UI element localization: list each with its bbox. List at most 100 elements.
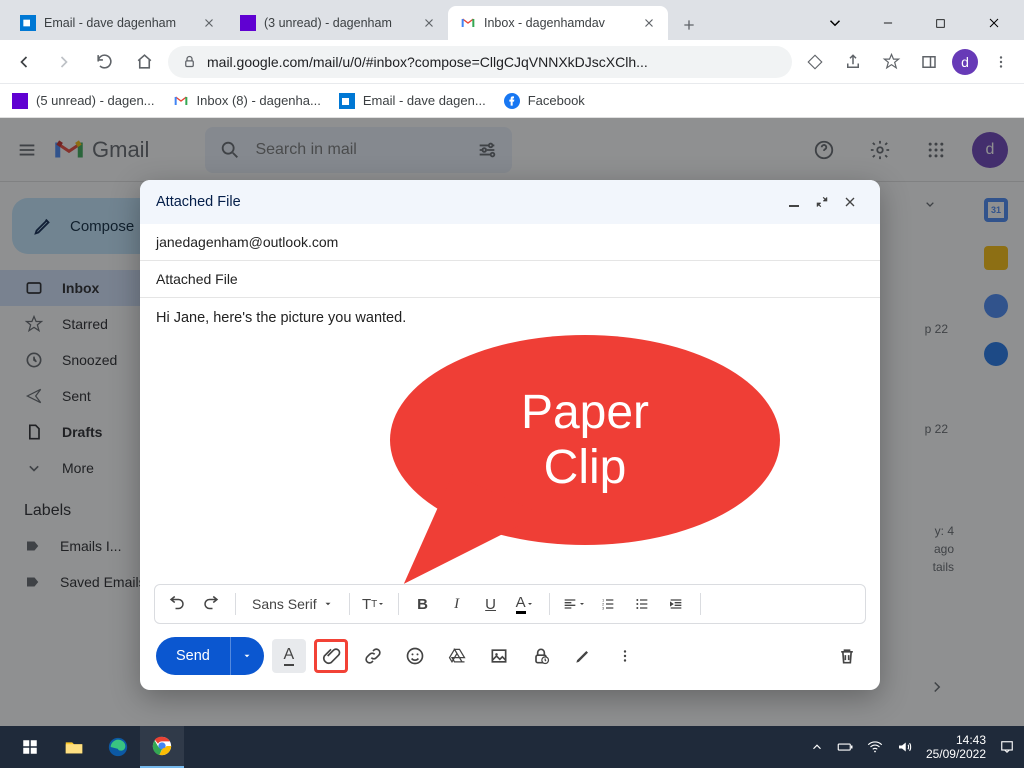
bookmark-item[interactable]: Inbox (8) - dagenha... <box>173 93 321 109</box>
forward-button[interactable] <box>48 46 80 78</box>
file-icon <box>24 422 44 442</box>
bold-button[interactable]: B <box>409 590 437 618</box>
tag-icon <box>24 573 42 591</box>
send-button[interactable]: Send <box>156 637 264 675</box>
bookmark-item[interactable]: (5 unread) - dagen... <box>12 93 155 109</box>
chrome-icon[interactable] <box>140 726 184 768</box>
send-options-button[interactable] <box>230 637 264 675</box>
to-field[interactable]: janedagenham@outlook.com <box>140 224 880 261</box>
tag-icon <box>24 537 42 555</box>
calendar-icon[interactable]: 31 <box>984 198 1008 222</box>
new-tab-button[interactable] <box>674 10 704 40</box>
share-icon[interactable] <box>838 47 868 77</box>
more-options-button[interactable] <box>608 639 642 673</box>
star-icon <box>24 314 44 334</box>
image-button[interactable] <box>482 639 516 673</box>
compose-window: Attached File janedagenham@outlook.com A… <box>140 180 880 690</box>
confidential-button[interactable] <box>524 639 558 673</box>
wifi-icon[interactable] <box>866 738 884 756</box>
window-controls <box>804 6 1024 40</box>
tray-chevron-icon[interactable] <box>810 740 824 754</box>
gear-icon[interactable] <box>860 130 900 170</box>
fullscreen-icon[interactable] <box>808 195 836 209</box>
bookmark-item[interactable]: Email - dave dagen... <box>339 93 486 109</box>
font-select[interactable]: Sans Serif <box>246 596 339 612</box>
close-icon[interactable] <box>422 16 436 30</box>
notifications-icon[interactable] <box>998 738 1016 756</box>
facebook-icon <box>504 93 520 109</box>
textcolor-button[interactable]: A <box>511 590 539 618</box>
start-button[interactable] <box>8 726 52 768</box>
compose-body[interactable]: Hi Jane, here's the picture you wanted. <box>140 298 880 584</box>
trash-button[interactable] <box>830 639 864 673</box>
minimize-button[interactable] <box>865 8 910 38</box>
home-button[interactable] <box>128 46 160 78</box>
tab-gmail[interactable]: Inbox - dagenhamdav <box>448 6 668 40</box>
profile-avatar[interactable]: d <box>952 49 978 75</box>
url-text: mail.google.com/mail/u/0/#inbox?compose=… <box>207 54 648 70</box>
numbered-list-button[interactable]: 123 <box>594 590 622 618</box>
attach-file-button[interactable] <box>314 639 348 673</box>
profile-avatar[interactable]: d <box>972 132 1008 168</box>
help-icon[interactable] <box>804 130 844 170</box>
inbox-icon <box>24 278 44 298</box>
date-text: p 22 <box>925 322 948 336</box>
compose-header: Attached File <box>140 180 880 224</box>
link-button[interactable] <box>356 639 390 673</box>
emoji-button[interactable] <box>398 639 432 673</box>
chevron-right-icon[interactable] <box>928 678 946 696</box>
subject-field[interactable]: Attached File <box>140 261 880 298</box>
pen-button[interactable] <box>566 639 600 673</box>
tab-outlook[interactable]: Email - dave dagenham <box>8 6 228 40</box>
italic-button[interactable]: I <box>443 590 471 618</box>
search-box[interactable] <box>205 127 512 173</box>
align-button[interactable] <box>560 590 588 618</box>
fontsize-button[interactable]: TT <box>360 590 388 618</box>
search-input[interactable] <box>255 141 462 159</box>
underline-button[interactable]: U <box>477 590 505 618</box>
close-window-button[interactable] <box>971 8 1016 38</box>
close-icon[interactable] <box>836 194 864 210</box>
volume-icon[interactable] <box>896 738 914 756</box>
gmail-header: Gmail d <box>0 118 1024 182</box>
pencil-icon <box>32 215 54 237</box>
battery-icon[interactable] <box>836 738 854 756</box>
hamburger-icon[interactable] <box>16 139 38 161</box>
reload-button[interactable] <box>88 46 120 78</box>
close-icon[interactable] <box>642 16 656 30</box>
kebab-menu-icon[interactable] <box>986 47 1016 77</box>
extension-icon[interactable] <box>800 47 830 77</box>
back-button[interactable] <box>8 46 40 78</box>
star-icon[interactable] <box>876 47 906 77</box>
compose-label: Compose <box>70 218 134 235</box>
undo-button[interactable] <box>163 590 191 618</box>
minimize-icon[interactable] <box>780 195 808 209</box>
side-panel: 31 <box>968 182 1024 726</box>
taskbar: 14:43 25/09/2022 <box>0 726 1024 768</box>
tray-clock[interactable]: 14:43 25/09/2022 <box>926 733 986 762</box>
drive-button[interactable] <box>440 639 474 673</box>
tab-yahoo[interactable]: (3 unread) - dagenham <box>228 6 448 40</box>
gmail-logo[interactable]: Gmail <box>54 135 149 165</box>
indent-button[interactable] <box>662 590 690 618</box>
tasks-icon[interactable] <box>984 294 1008 318</box>
bookmark-item[interactable]: Facebook <box>504 93 585 109</box>
contacts-icon[interactable] <box>984 342 1008 366</box>
tune-icon[interactable] <box>476 139 498 161</box>
edge-icon[interactable] <box>96 726 140 768</box>
maximize-button[interactable] <box>918 8 963 38</box>
chevron-down-icon[interactable] <box>922 196 938 212</box>
sidepanel-icon[interactable] <box>914 47 944 77</box>
lock-icon <box>182 54 197 69</box>
omnibox[interactable]: mail.google.com/mail/u/0/#inbox?compose=… <box>168 46 792 78</box>
file-explorer-icon[interactable] <box>52 726 96 768</box>
keep-icon[interactable] <box>984 246 1008 270</box>
apps-grid-icon[interactable] <box>916 130 956 170</box>
close-icon[interactable] <box>202 16 216 30</box>
send-label: Send <box>156 648 230 664</box>
redo-button[interactable] <box>197 590 225 618</box>
tabs-dropdown-icon[interactable] <box>812 8 857 38</box>
bullet-list-button[interactable] <box>628 590 656 618</box>
tab-title: Email - dave dagenham <box>44 16 194 30</box>
formatting-toggle-button[interactable]: A <box>272 639 306 673</box>
